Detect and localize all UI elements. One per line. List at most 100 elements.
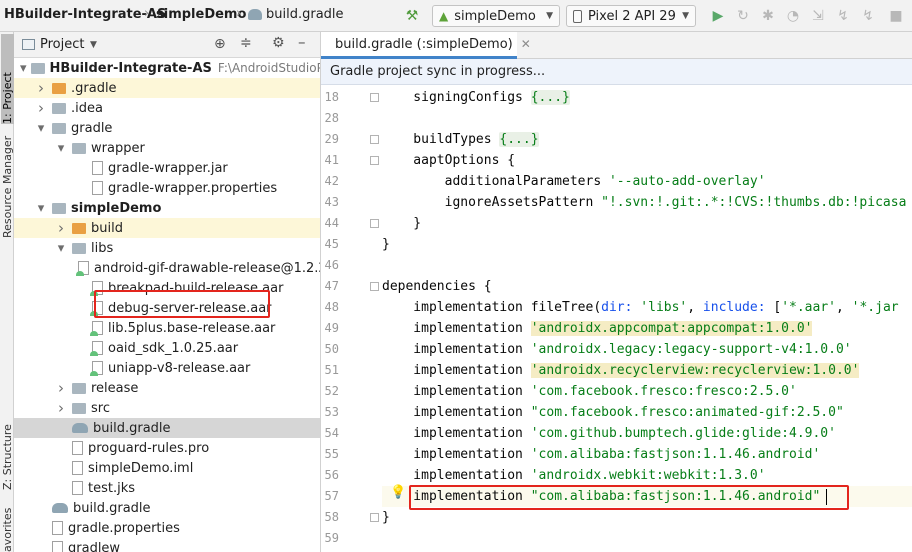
tree-item-label: test.jks — [88, 480, 136, 496]
code-line: aaptOptions { — [382, 150, 912, 171]
folded-block[interactable]: {...} — [499, 132, 539, 147]
device-select[interactable]: Pixel 2 API 29 ▼ — [566, 5, 696, 27]
folded-block[interactable]: {...} — [530, 90, 570, 105]
fold-marker-icon[interactable] — [370, 513, 379, 522]
locate-icon[interactable]: ⊕ — [214, 36, 226, 52]
tree-item[interactable]: test.jks — [14, 478, 320, 498]
tree-item[interactable]: › build — [14, 218, 320, 238]
tree-item[interactable]: proguard-rules.pro — [14, 438, 320, 458]
chevron-down-icon[interactable]: ▾ — [20, 61, 27, 76]
code-token: additionalParameters — [382, 174, 609, 189]
fold-marker-icon[interactable] — [370, 282, 379, 291]
tree-item[interactable]: android-gif-drawable-release@1.2.2 — [14, 258, 320, 278]
breadcrumb-separator: › — [236, 6, 242, 21]
code-token: 'androidx.legacy:legacy-support-v4:1.0.0… — [530, 342, 852, 357]
text-file-icon — [52, 541, 63, 552]
lightbulb-icon[interactable]: 💡 — [390, 485, 406, 500]
tree-item[interactable]: gradle-wrapper.jar — [14, 158, 320, 178]
tree-item[interactable]: build.gradle — [14, 418, 320, 438]
tree-item[interactable]: simpleDemo.iml — [14, 458, 320, 478]
code-token: implementation — [382, 447, 531, 462]
tree-item[interactable]: gradle-wrapper.properties — [14, 178, 320, 198]
tree-item-label: gradle.properties — [68, 520, 180, 536]
tree-item-path: F:\AndroidStudioProj — [217, 61, 320, 75]
profile-icon[interactable]: ◔ — [783, 6, 803, 26]
code-line: } — [382, 507, 912, 528]
tree-item[interactable]: gradle.properties — [14, 518, 320, 538]
breadcrumb-module[interactable]: simpleDemo — [156, 7, 246, 22]
chevron-down-icon[interactable]: ▾ — [54, 141, 68, 156]
tab-resource-manager[interactable]: Resource Manager — [1, 128, 14, 238]
properties-file-icon — [52, 521, 63, 535]
tree-item[interactable]: ▾ simpleDemo — [14, 198, 320, 218]
tree-item[interactable]: oaid_sdk_1.0.25.aar — [14, 338, 320, 358]
code-token: } — [382, 216, 422, 231]
chevron-down-icon[interactable]: ▾ — [34, 121, 48, 136]
gear-icon[interactable]: ⚙ — [272, 35, 285, 51]
chevron-right-icon[interactable]: › — [34, 99, 48, 117]
breadcrumb-separator: › — [144, 6, 150, 21]
chevron-right-icon[interactable]: › — [54, 219, 68, 237]
tree-item[interactable]: ▾ libs — [14, 238, 320, 258]
tree-item[interactable]: ▾ gradle — [14, 118, 320, 138]
tree-item[interactable]: › release — [14, 378, 320, 398]
code-line: implementation 'androidx.recyclerview:re… — [382, 360, 912, 381]
run-config-select[interactable]: ▲ simpleDemo ▼ — [432, 5, 560, 27]
stop-icon[interactable]: ■ — [886, 6, 906, 26]
text-file-icon — [72, 441, 83, 455]
run-icon[interactable]: ▶ — [708, 6, 728, 26]
rerun-icon[interactable]: ↻ — [733, 6, 753, 26]
tree-item-label: build — [91, 220, 123, 236]
code-token: 'androidx.appcompat:appcompat:1.0.0' — [530, 321, 813, 336]
breadcrumb-file[interactable]: build.gradle — [248, 7, 344, 22]
tab-structure[interactable]: Z: Structure — [1, 410, 14, 490]
tree-item-label: gradlew — [68, 540, 121, 552]
gradle-file-icon — [72, 423, 88, 433]
code-token: include: — [702, 300, 774, 315]
apply-code-icon[interactable]: ↯ — [858, 6, 878, 26]
line-number: 59 — [324, 531, 339, 545]
tree-item-label: build.gradle — [93, 420, 171, 436]
code-token: "!.svn:!.git:.*:!CVS:!thumbs.db:!picasa — [601, 195, 907, 210]
hammer-icon[interactable]: ⚒ — [402, 6, 422, 26]
folder-icon — [72, 402, 86, 414]
chevron-right-icon[interactable]: › — [54, 399, 68, 417]
tree-item[interactable]: build.gradle — [14, 498, 320, 518]
text-caret — [826, 489, 827, 505]
gradle-file-icon — [52, 503, 68, 513]
tab-favorites[interactable]: avorites — [1, 507, 14, 552]
line-number: 47 — [324, 279, 339, 293]
tree-item-label: gradle-wrapper.jar — [108, 160, 228, 176]
tree-item-label: build.gradle — [73, 500, 151, 516]
attach-icon[interactable]: ⇲ — [808, 6, 828, 26]
project-view-select[interactable]: Project — [40, 37, 84, 52]
tree-item[interactable]: › .gradle — [14, 78, 320, 98]
collapse-all-icon[interactable]: ≑ — [240, 35, 252, 51]
tree-item-label: wrapper — [91, 140, 145, 156]
tree-item[interactable]: gradlew — [14, 538, 320, 552]
close-icon[interactable]: ✕ — [521, 37, 531, 51]
apply-changes-icon[interactable]: ↯ — [833, 6, 853, 26]
chevron-right-icon[interactable]: › — [34, 79, 48, 97]
tab-project-tool[interactable]: 1: Project — [1, 34, 14, 124]
project-view-icon — [22, 39, 35, 50]
chevron-down-icon[interactable]: ▾ — [54, 241, 68, 256]
tree-item[interactable]: › src — [14, 398, 320, 418]
debug-icon[interactable]: ✱ — [758, 6, 778, 26]
hide-icon[interactable]: – — [298, 33, 306, 51]
tree-item[interactable]: uniapp-v8-release.aar — [14, 358, 320, 378]
tree-item[interactable]: › .idea — [14, 98, 320, 118]
fold-marker-icon[interactable] — [370, 93, 379, 102]
tree-item[interactable]: ▾ HBuilder-Integrate-AS F:\AndroidStudioPr… — [14, 58, 320, 78]
tree-item-label: release — [91, 380, 139, 396]
fold-marker-icon[interactable] — [370, 135, 379, 144]
fold-marker-icon[interactable] — [370, 156, 379, 165]
breadcrumb-project[interactable]: HBuilder-Integrate-AS — [4, 7, 166, 22]
tree-item[interactable]: ▾ wrapper — [14, 138, 320, 158]
tree-item[interactable]: lib.5plus.base-release.aar — [14, 318, 320, 338]
editor-tab-build-gradle[interactable]: build.gradle (:simpleDemo) ✕ — [321, 32, 531, 59]
chevron-right-icon[interactable]: › — [54, 379, 68, 397]
chevron-down-icon[interactable]: ▼ — [90, 40, 97, 50]
fold-marker-icon[interactable] — [370, 219, 379, 228]
chevron-down-icon[interactable]: ▾ — [34, 201, 48, 216]
